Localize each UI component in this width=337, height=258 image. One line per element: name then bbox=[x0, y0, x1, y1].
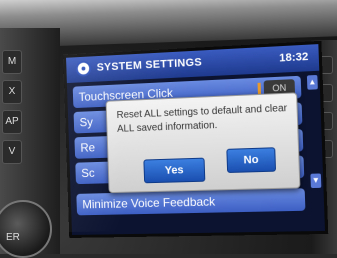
scroll-down-icon[interactable]: ▼ bbox=[310, 173, 322, 189]
dialog-message: Reset ALL settings to default and clear … bbox=[116, 102, 288, 135]
infotainment-screen: SYSTEM SETTINGS 18:32 Touchscreen Click … bbox=[63, 40, 329, 238]
hardware-button[interactable]: AP bbox=[2, 110, 22, 134]
page-title: SYSTEM SETTINGS bbox=[96, 56, 203, 74]
hardware-button[interactable]: V bbox=[2, 140, 22, 164]
clock: 18:32 bbox=[278, 50, 309, 65]
hardware-button[interactable]: X bbox=[2, 80, 22, 104]
settings-icon bbox=[75, 60, 92, 77]
row-label: Re bbox=[80, 140, 96, 155]
hardware-button[interactable]: M bbox=[2, 50, 22, 74]
row-label: Sc bbox=[81, 166, 95, 181]
row-label: Sy bbox=[79, 115, 94, 130]
row-label: Minimize Voice Feedback bbox=[82, 194, 216, 212]
badge-text: ON bbox=[272, 82, 287, 94]
knob-label: ER bbox=[6, 232, 20, 243]
no-button[interactable]: No bbox=[226, 147, 277, 174]
yes-button[interactable]: Yes bbox=[143, 157, 206, 184]
confirm-dialog: Reset ALL settings to default and clear … bbox=[105, 92, 301, 194]
scroll-up-icon[interactable]: ▲ bbox=[306, 74, 318, 90]
